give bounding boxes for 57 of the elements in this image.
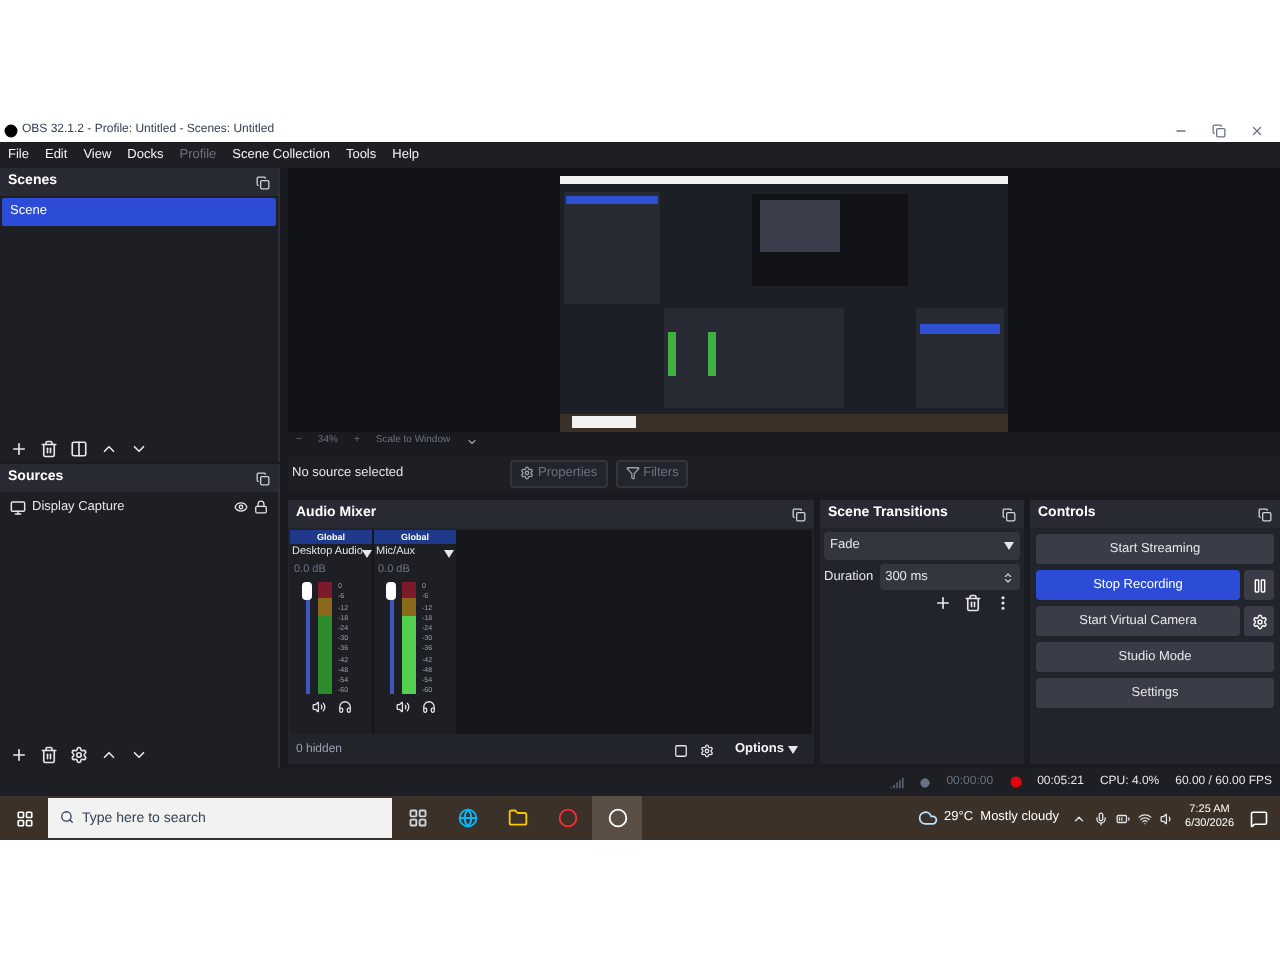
- tray-expand-icon[interactable]: [1071, 811, 1086, 825]
- notifications-icon[interactable]: [1250, 809, 1268, 827]
- task-view-icon: [407, 808, 427, 828]
- lock-icon[interactable]: [254, 500, 268, 514]
- trash-icon[interactable]: [964, 594, 982, 612]
- app-logo-icon: [4, 124, 18, 138]
- headphones-icon[interactable]: [337, 700, 351, 715]
- caret-icon: [788, 746, 798, 754]
- add-icon[interactable]: [10, 745, 28, 763]
- undock-icon[interactable]: [256, 471, 270, 485]
- speaker-icon[interactable]: [395, 700, 409, 715]
- battery-icon[interactable]: [1115, 811, 1130, 825]
- advanced-settings-icon[interactable]: [700, 743, 715, 757]
- folder-icon: [507, 808, 527, 828]
- pause-button[interactable]: [1244, 570, 1274, 600]
- stream-indicator-icon: [920, 777, 931, 787]
- filter-icon: [625, 466, 640, 480]
- settings-button[interactable]: [1244, 606, 1274, 636]
- network-icon[interactable]: [1137, 811, 1152, 825]
- speaker-icon[interactable]: [311, 700, 325, 715]
- record-indicator-icon: [1009, 776, 1022, 788]
- caret-icon: [1004, 542, 1014, 550]
- undock-icon[interactable]: [1002, 507, 1016, 521]
- undock-icon[interactable]: [256, 175, 270, 189]
- add-icon[interactable]: [10, 439, 28, 457]
- mic-icon[interactable]: [1093, 811, 1108, 825]
- minimize-icon[interactable]: [1174, 124, 1188, 138]
- volume-slider[interactable]: [302, 582, 312, 695]
- pause-icon[interactable]: [1251, 577, 1267, 593]
- settings-icon[interactable]: [70, 745, 88, 763]
- search-icon: [60, 810, 74, 824]
- start-icon[interactable]: [15, 809, 33, 827]
- weather-icon: [918, 808, 939, 828]
- caret-icon: [444, 549, 454, 557]
- caret-icon: [362, 549, 373, 557]
- add-icon[interactable]: [934, 594, 952, 612]
- headphones-icon[interactable]: [421, 700, 435, 715]
- gear-icon[interactable]: [1251, 613, 1267, 629]
- dropdown-caret-icon[interactable]: [466, 436, 479, 448]
- spin-arrows-icon[interactable]: [1002, 571, 1014, 583]
- filter-panel-icon[interactable]: [70, 439, 88, 457]
- level-meter: [402, 582, 416, 695]
- signal-icon: [890, 775, 905, 789]
- taskbar-app[interactable]: [592, 796, 642, 840]
- volume-slider[interactable]: [386, 582, 396, 695]
- undock-icon[interactable]: [792, 507, 806, 521]
- layout-icon[interactable]: [674, 743, 689, 757]
- monitor-icon[interactable]: [10, 499, 26, 515]
- trash-icon[interactable]: [40, 745, 58, 763]
- level-meter: [318, 582, 332, 695]
- trash-icon[interactable]: [40, 439, 58, 457]
- undock-icon[interactable]: [1258, 507, 1272, 521]
- volume-icon[interactable]: [1159, 811, 1174, 825]
- gear-icon: [520, 466, 534, 480]
- restore-icon[interactable]: [1212, 124, 1226, 138]
- close-icon[interactable]: [1250, 124, 1264, 138]
- eye-icon[interactable]: [234, 500, 248, 514]
